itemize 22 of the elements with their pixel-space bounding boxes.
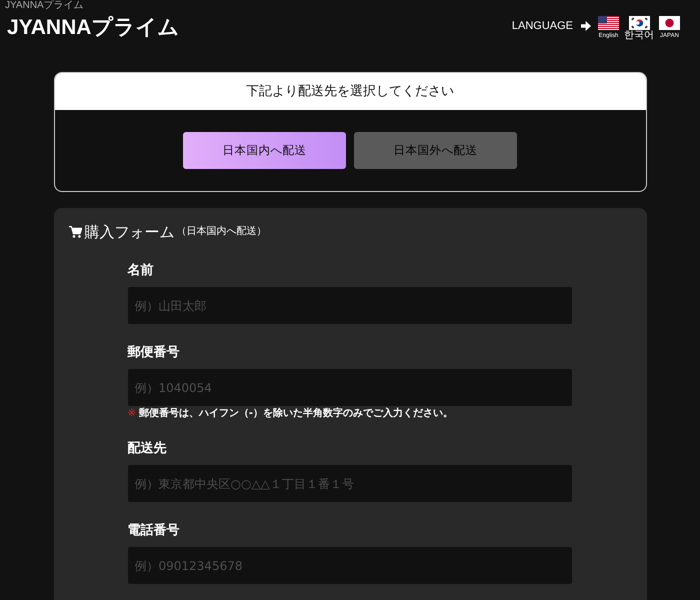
input-field[interactable]: 例）09012345678	[128, 547, 572, 584]
field-label: 配送先	[128, 440, 166, 458]
site-logo[interactable]: JYANNAプライム	[7, 16, 180, 40]
note-mark: ※	[128, 408, 136, 420]
japanese-flag-icon	[659, 16, 680, 30]
form-subtitle: （日本国内へ配送）	[176, 224, 266, 239]
field-label: 郵便番号	[128, 344, 180, 362]
input-field[interactable]: 例）山田太郎	[128, 287, 572, 324]
destination-button[interactable]: 日本国内へ配送	[183, 132, 346, 169]
cart-icon	[68, 226, 82, 238]
language-label: LANGUAGE	[512, 20, 573, 33]
hint-text: 郵便番号は、ハイフン（-）を除いた半角数字のみでご入力ください。	[138, 408, 454, 420]
field-label: 名前	[128, 262, 154, 280]
language-link[interactable]: 한국어	[624, 16, 654, 41]
korean-flag-icon	[628, 16, 650, 30]
field-label: 電話番号	[128, 522, 180, 540]
form-title: 購入フォーム	[84, 222, 174, 242]
right-arrow-icon	[581, 21, 591, 31]
input-field[interactable]: 例）東京都中央区○○△△１丁目１番１号	[128, 465, 572, 502]
input-field[interactable]: 例）1040054	[128, 369, 572, 406]
destination-title: 下記より配送先を選択してください	[54, 73, 646, 110]
american-flag-icon	[598, 16, 619, 30]
